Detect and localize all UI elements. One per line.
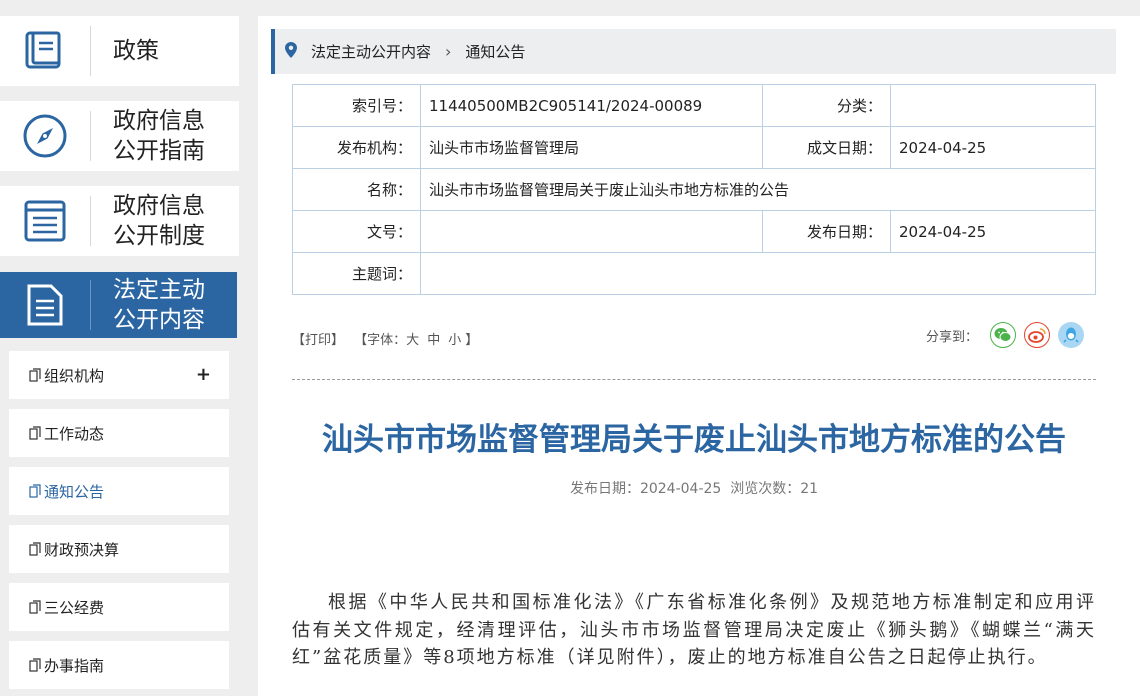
article-publish-info: 发布日期：2024-04-25 浏览次数：21 <box>569 481 819 497</box>
expand-icon[interactable]: + <box>196 364 211 385</box>
divider <box>90 111 91 161</box>
article-tools: 【打印】 【字体：大中小】 <box>292 329 478 348</box>
sidebar-subitem-label: 三公经费 <box>44 598 105 617</box>
sidebar-subitem-label: 组织机构 <box>44 366 105 385</box>
index-value: 11440500MB2C905141/2024-00089 <box>420 84 763 127</box>
sidebar-item-policy[interactable]: 政策 <box>0 16 239 86</box>
share-label: 分享到： <box>926 329 979 345</box>
doc-icon <box>29 600 41 614</box>
divider <box>90 196 91 246</box>
compass-icon <box>0 101 90 171</box>
breadcrumb-link-notices[interactable]: 通知公告 <box>465 41 525 62</box>
publish-date-label: 发布日期： <box>762 210 891 253</box>
table-row: 主题词： <box>292 252 1096 295</box>
label-line: 公开制度 <box>113 223 205 249</box>
sidebar-subitem-label: 通知公告 <box>44 482 105 501</box>
label-line: 政府信息 <box>113 108 205 134</box>
table-row: 名称： 汕头市市场监督管理局关于废止汕头市地方标准的公告 <box>292 168 1096 211</box>
breadcrumb-separator: › <box>445 42 452 61</box>
sidebar-item-label: 政策 <box>113 36 159 66</box>
divider <box>292 379 1096 380</box>
label-line: 公开内容 <box>113 307 205 333</box>
publish-date-value: 2024-04-25 <box>890 210 1096 253</box>
sidebar-item-system[interactable]: 政府信息 公开制度 <box>0 186 239 256</box>
document-icon <box>0 270 90 340</box>
subject-value <box>420 252 1096 295</box>
sidebar-item-guide[interactable]: 政府信息 公开指南 <box>0 101 239 171</box>
font-large-button[interactable]: 大 <box>406 333 419 348</box>
label-line: 公开指南 <box>113 138 205 164</box>
subject-label: 主题词： <box>292 252 421 295</box>
category-label: 分类： <box>762 84 891 127</box>
weibo-icon[interactable] <box>1024 322 1051 348</box>
publisher-value: 汕头市市场监督管理局 <box>420 126 763 169</box>
share-bar: 分享到： <box>926 322 1085 348</box>
table-row: 文号： 发布日期： 2024-04-25 <box>292 210 1096 253</box>
sidebar-subitem-organization[interactable]: 组织机构 + <box>9 351 229 399</box>
metadata-table: 索引号： 11440500MB2C905141/2024-00089 分类： 发… <box>292 84 1096 295</box>
doc-number-label: 文号： <box>292 210 421 253</box>
sidebar-subitem-three-public-funds[interactable]: 三公经费 <box>9 583 229 631</box>
created-date-label: 成文日期： <box>762 126 891 169</box>
name-label: 名称： <box>292 168 421 211</box>
label-line: 法定主动 <box>113 277 205 303</box>
doc-number-value <box>420 210 763 253</box>
divider <box>90 280 91 330</box>
label-line: 政府信息 <box>113 193 205 219</box>
font-size-label: 【字体： <box>354 333 407 348</box>
publisher-label: 发布机构： <box>292 126 421 169</box>
sidebar-item-label: 政府信息 公开制度 <box>113 191 205 251</box>
sidebar-item-statutory[interactable]: 法定主动 公开内容 <box>0 272 237 338</box>
main-content: 法定主动公开内容 › 通知公告 索引号： 11440500MB2C905141/… <box>258 16 1140 696</box>
font-small-button[interactable]: 小 <box>448 333 461 348</box>
sidebar-subitem-news[interactable]: 工作动态 <box>9 409 229 457</box>
font-medium-button[interactable]: 中 <box>427 333 440 348</box>
table-row: 索引号： 11440500MB2C905141/2024-00089 分类： <box>292 84 1096 127</box>
doc-icon <box>29 658 41 672</box>
doc-icon <box>29 542 41 556</box>
sidebar-item-label: 政府信息 公开指南 <box>113 106 205 166</box>
article-title: 汕头市市场监督管理局关于废止汕头市地方标准的公告 <box>322 422 1066 458</box>
sidebar-subitem-service-guide[interactable]: 办事指南 <box>9 641 229 689</box>
print-button[interactable]: 【打印】 <box>292 333 344 348</box>
sidebar-item-label: 法定主动 公开内容 <box>113 275 205 335</box>
name-value: 汕头市市场监督管理局关于废止汕头市地方标准的公告 <box>420 168 1096 211</box>
breadcrumb-link-statutory[interactable]: 法定主动公开内容 <box>311 41 431 62</box>
doc-icon <box>29 426 41 440</box>
font-size-options: 大中小 <box>406 333 465 348</box>
sidebar-subitem-label: 工作动态 <box>44 424 105 443</box>
doc-icon <box>29 484 41 498</box>
list-icon <box>0 186 90 256</box>
category-value <box>890 84 1096 127</box>
index-label: 索引号： <box>292 84 421 127</box>
sidebar-subitem-budget[interactable]: 财政预决算 <box>9 525 229 573</box>
sidebar-subitem-label: 财政预决算 <box>44 540 120 559</box>
book-icon <box>0 16 90 86</box>
sidebar-subitem-notices[interactable]: 通知公告 <box>9 467 229 515</box>
doc-icon <box>29 368 41 382</box>
label-line: 政策 <box>113 38 159 64</box>
location-pin-icon <box>285 41 297 62</box>
breadcrumb: 法定主动公开内容 › 通知公告 <box>271 29 1116 74</box>
article-body-paragraph: 根据《中华人民共和国标准化法》《广东省标准化条例》及规范地方标准制定和应用评估有… <box>292 592 1096 668</box>
divider <box>90 26 91 76</box>
qq-icon[interactable] <box>1058 322 1085 348</box>
table-row: 发布机构： 汕头市市场监督管理局 成文日期： 2024-04-25 <box>292 126 1096 169</box>
wechat-icon[interactable] <box>990 322 1017 348</box>
sidebar-subitem-label: 办事指南 <box>44 656 105 675</box>
font-size-suffix: 】 <box>465 333 479 348</box>
created-date-value: 2024-04-25 <box>890 126 1096 169</box>
